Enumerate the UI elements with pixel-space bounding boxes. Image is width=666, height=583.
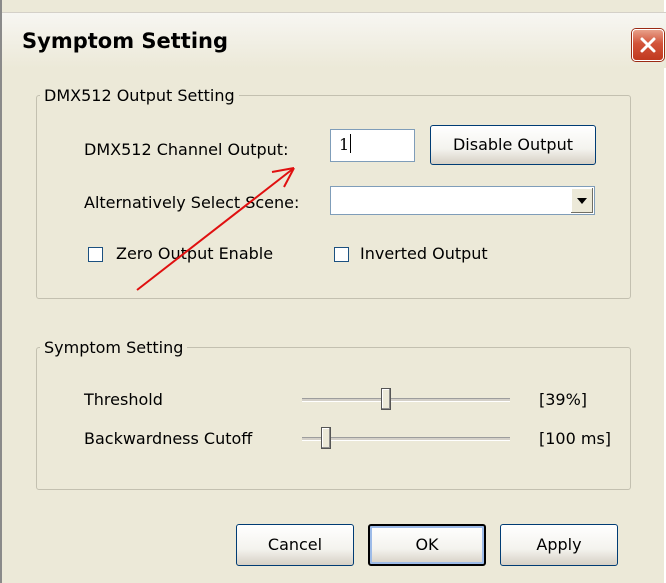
ok-button[interactable]: OK: [368, 524, 486, 566]
close-icon: [640, 37, 656, 53]
dmx-group-label: DMX512 Output Setting: [40, 86, 239, 105]
apply-label: Apply: [536, 535, 582, 554]
disable-output-button[interactable]: Disable Output: [430, 125, 596, 165]
cancel-label: Cancel: [267, 535, 323, 554]
zero-output-checkbox[interactable]: [88, 247, 103, 262]
apply-button[interactable]: Apply: [500, 524, 618, 566]
window-title: Symptom Setting: [22, 29, 229, 53]
threshold-value: [39%]: [539, 390, 588, 409]
disable-output-label: Disable Output: [452, 135, 573, 154]
threshold-label: Threshold: [84, 390, 163, 409]
inverted-output-label[interactable]: Inverted Output: [360, 244, 488, 263]
channel-output-label: DMX512 Channel Output:: [84, 140, 289, 159]
channel-output-input[interactable]: 1: [330, 129, 415, 162]
dropdown-button[interactable]: [570, 188, 593, 213]
scene-select[interactable]: [330, 186, 595, 215]
cutoff-label: Backwardness Cutoff: [84, 429, 253, 448]
cutoff-slider-track[interactable]: [302, 437, 510, 441]
cutoff-slider-thumb[interactable]: [321, 427, 331, 449]
scene-label: Alternatively Select Scene:: [84, 193, 300, 212]
inverted-output-checkbox[interactable]: [334, 247, 349, 262]
close-button[interactable]: [632, 29, 664, 61]
title-bar[interactable]: Symptom Setting: [2, 12, 666, 68]
symptom-group-label: Symptom Setting: [40, 338, 188, 357]
cancel-button[interactable]: Cancel: [236, 524, 354, 566]
threshold-slider-thumb[interactable]: [381, 388, 391, 410]
cutoff-value: [100 ms]: [539, 429, 612, 448]
threshold-slider-track[interactable]: [302, 398, 510, 402]
zero-output-label[interactable]: Zero Output Enable: [116, 244, 273, 263]
ok-label: OK: [415, 535, 439, 554]
chevron-down-icon: [577, 198, 587, 204]
channel-output-value: 1: [339, 135, 350, 154]
dialog-window: Symptom Setting DMX512 Output Setting DM…: [0, 0, 666, 583]
text-caret: [350, 134, 352, 153]
symptom-setting-group: [36, 347, 631, 490]
